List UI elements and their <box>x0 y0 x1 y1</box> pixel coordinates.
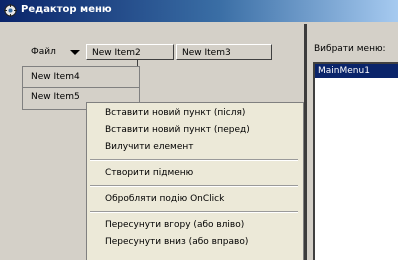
menu-new-item3[interactable]: New Item3 <box>176 44 272 60</box>
ctx-insert-before[interactable]: Вставити новий пункт (перед) <box>105 123 250 137</box>
ctx-move-down[interactable]: Пересунути вниз (або вправо) <box>105 235 248 249</box>
menu-file[interactable]: Файл <box>28 44 82 60</box>
submenu-item-new-item4[interactable]: New Item4 <box>31 69 80 85</box>
ctx-separator <box>90 211 298 213</box>
ctx-separator <box>90 159 298 161</box>
menu-file-label: Файл <box>31 47 56 57</box>
dropdown-arrow-icon <box>70 50 80 55</box>
select-menu-label: Вибрати меню: <box>314 44 386 54</box>
right-panel: Вибрати меню: MainMenu1 <box>307 24 398 260</box>
list-item-mainmenu1[interactable]: MainMenu1 <box>315 64 398 78</box>
menu-list[interactable]: MainMenu1 <box>313 62 398 260</box>
ctx-insert-after[interactable]: Вставити новий пункт (після) <box>105 106 245 120</box>
ctx-separator <box>90 185 298 187</box>
ctx-create-submenu[interactable]: Створити підменю <box>105 166 193 180</box>
ctx-handle-onclick[interactable]: Обробляти подію OnClick <box>105 192 224 206</box>
menu-new-item2[interactable]: New Item2 <box>86 44 174 60</box>
submenu-divider <box>23 87 139 88</box>
menu-editor-window: Редактор меню Файл New Item2 New Item3 N… <box>0 0 398 260</box>
title-bar[interactable]: Редактор меню <box>0 0 398 22</box>
submenu-item-new-item5[interactable]: New Item5 <box>31 89 80 105</box>
context-menu: Вставити новий пункт (після) Вставити но… <box>86 102 304 260</box>
ctx-move-up[interactable]: Пересунути вгору (або вліво) <box>105 218 244 232</box>
window-title: Редактор меню <box>21 4 112 15</box>
app-icon <box>4 4 17 17</box>
ctx-delete[interactable]: Вилучити елемент <box>105 140 194 154</box>
